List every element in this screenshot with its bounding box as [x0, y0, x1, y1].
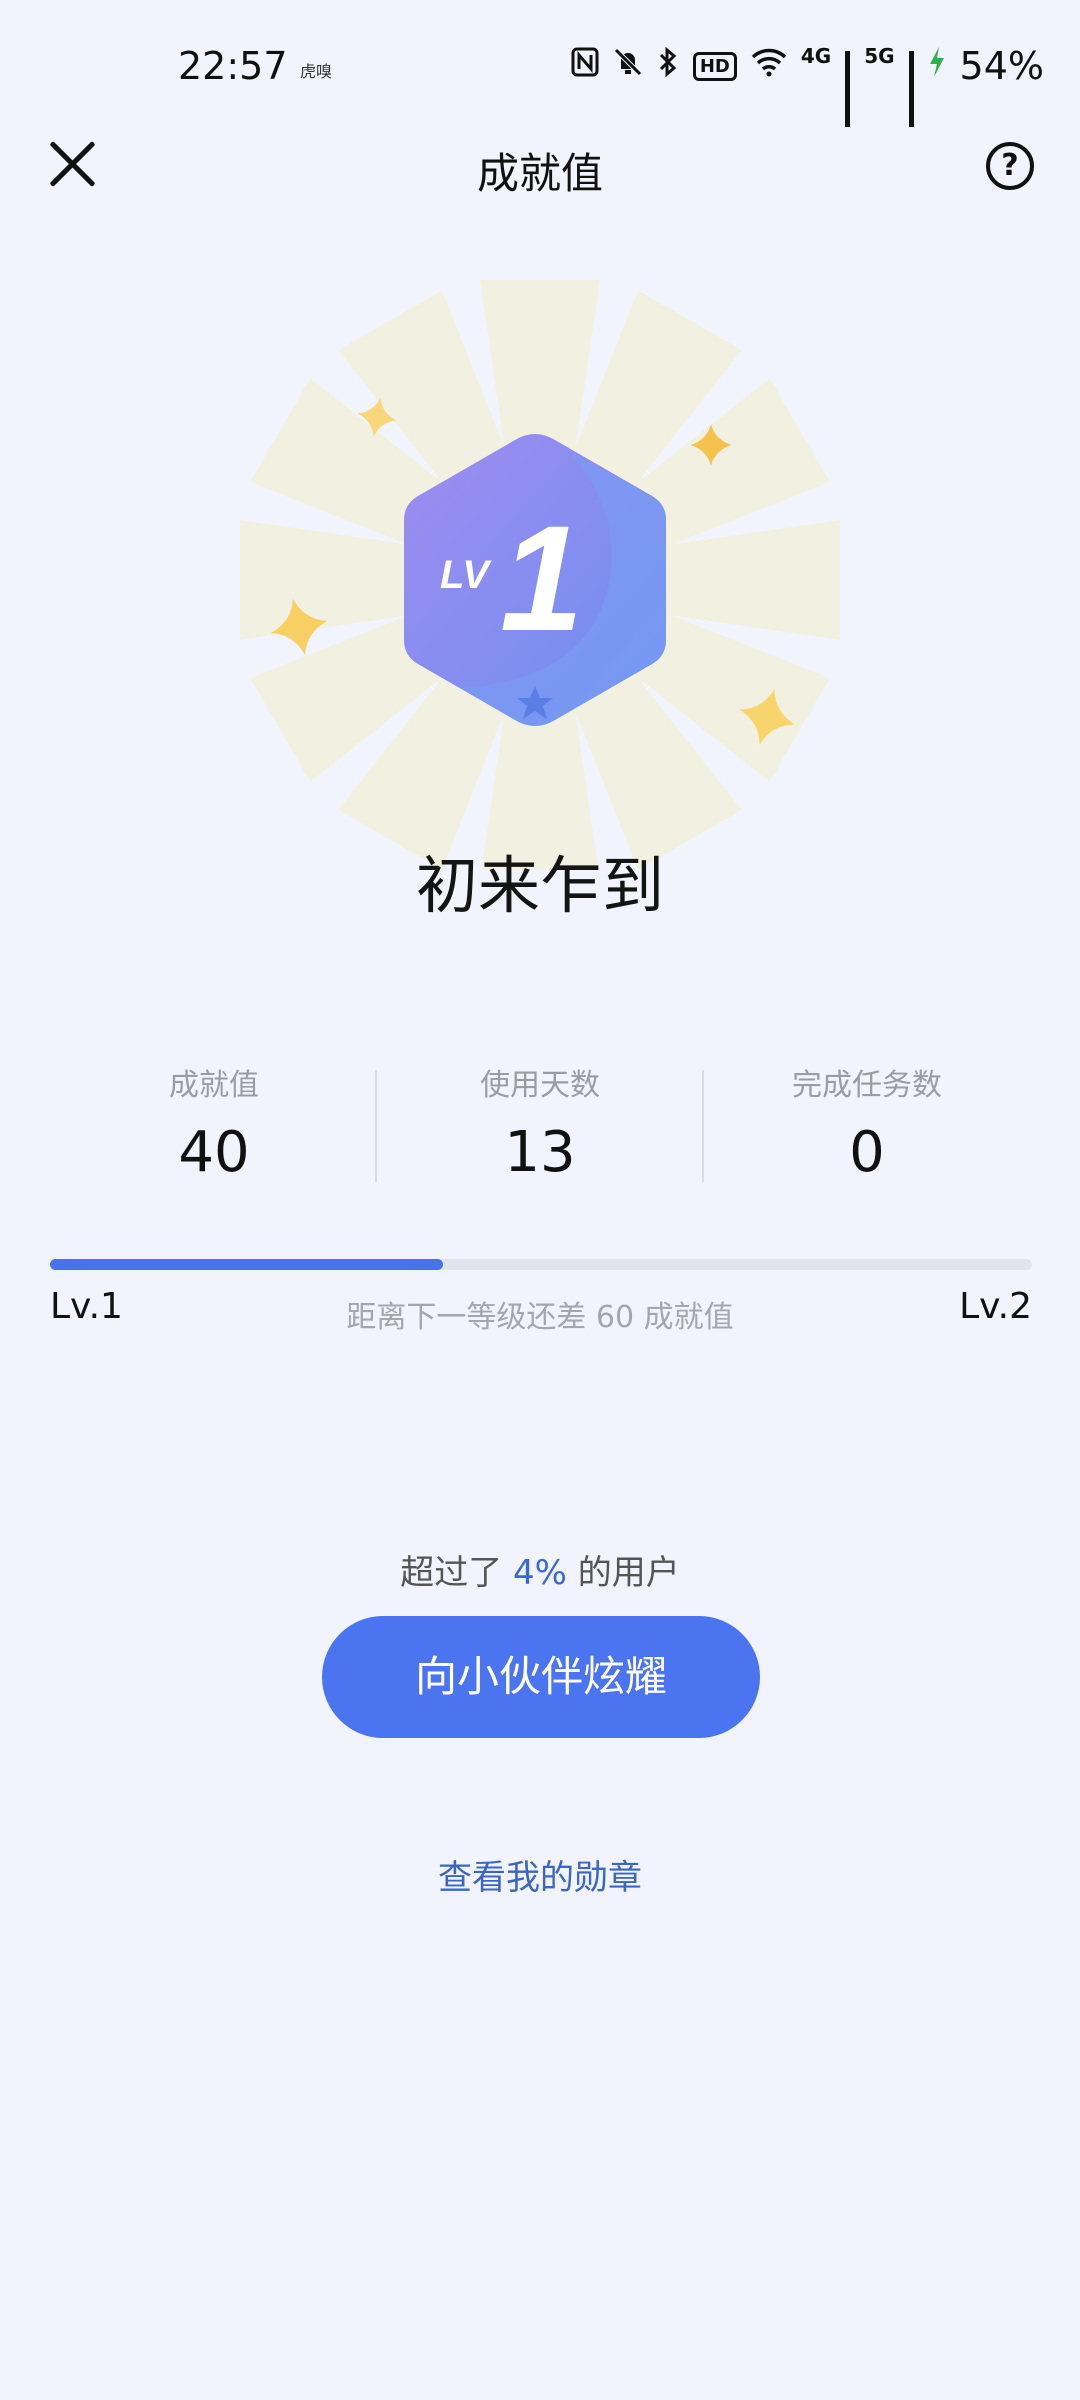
level-progress-bar [50, 1259, 1032, 1270]
app-indicator: 虎嗅 [300, 62, 333, 81]
badge-level-prefix: LV [440, 553, 492, 597]
header: 成就值 ? [0, 120, 1080, 210]
beat-suffix: 的用户 [577, 1553, 680, 1593]
help-icon[interactable]: ? [986, 142, 1034, 190]
progress-remaining-text: 距离下一等级还差 60 成就值 [346, 1300, 734, 1335]
signal-4g-icon [845, 51, 851, 127]
view-medals-link[interactable]: 查看我的勋章 [0, 1850, 1080, 1899]
stat-label: 成就值 [169, 1068, 259, 1103]
stat-value: 13 [504, 1120, 576, 1185]
bluetooth-icon [657, 46, 679, 86]
signal-5g-label: 5G [864, 44, 895, 68]
status-time: 22:57 [178, 44, 288, 88]
stat-days: 使用天数 13 [390, 1060, 690, 1185]
stat-tasks: 完成任务数 0 [717, 1060, 1017, 1185]
mute-icon [613, 46, 643, 86]
beat-users-text: 超过了 4% 的用户 [0, 1545, 1080, 1594]
status-bar: 22:57 虎嗅 HD 4G 5G 54% [0, 0, 1080, 135]
stat-label: 使用天数 [480, 1068, 600, 1103]
stat-achievement: 成就值 40 [64, 1060, 364, 1185]
sparkle-star-icon [690, 424, 732, 466]
hd-icon: HD [692, 51, 737, 81]
stat-value: 40 [178, 1120, 250, 1185]
sparkle-star-icon [739, 689, 795, 745]
share-button[interactable]: 向小伙伴炫耀 [322, 1616, 760, 1738]
stat-divider [702, 1070, 704, 1182]
next-level-label: Lv.2 [959, 1286, 1032, 1327]
signal-4g-label: 4G [800, 44, 832, 68]
badge-area: LV 1 [190, 250, 890, 870]
level-badge: LV 1 [400, 430, 670, 730]
status-icons: HD 4G 5G 54% [571, 44, 1044, 127]
badge-level-number: 1 [500, 494, 583, 662]
signal-5g-icon [908, 51, 914, 127]
wifi-icon [751, 46, 787, 86]
beat-percent: 4% [513, 1553, 567, 1593]
nfc-icon [571, 46, 599, 86]
stat-value: 0 [849, 1120, 885, 1185]
battery-percent: 54% [959, 44, 1044, 88]
sparkle-star-icon [357, 397, 397, 437]
page-title: 成就值 [476, 149, 603, 198]
sparkle-star-icon [270, 598, 328, 656]
charging-icon [928, 46, 946, 86]
badge-title: 初来乍到 [415, 849, 664, 922]
stat-divider [375, 1070, 377, 1182]
stat-label: 完成任务数 [792, 1068, 942, 1103]
level-progress-fill [50, 1259, 443, 1270]
stats-row: 成就值 40 使用天数 13 完成任务数 0 [0, 1060, 1080, 1200]
beat-prefix: 超过了 [400, 1553, 503, 1593]
